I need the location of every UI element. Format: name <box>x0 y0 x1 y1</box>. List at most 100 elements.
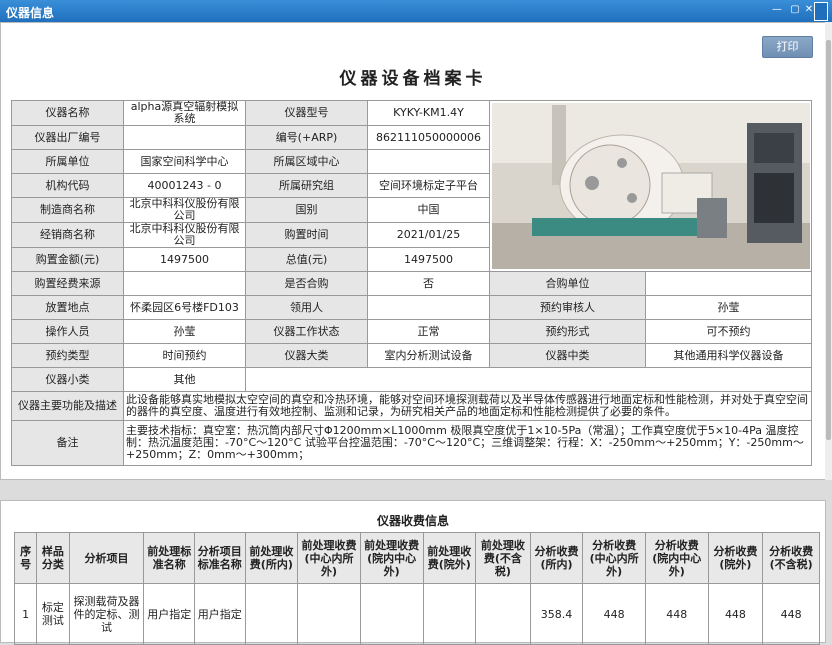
close-icon[interactable]: ✕ <box>804 5 814 15</box>
group-label: 所属研究组 <box>245 173 368 198</box>
country-label: 国别 <box>245 197 368 223</box>
minor-class-empty <box>245 367 812 392</box>
receiver-label: 领用人 <box>245 295 368 320</box>
function-label: 仪器主要功能及描述 <box>11 391 124 421</box>
remark-value: 主要技术指标：真空室：热沉筒内部尺寸Φ1200mm×L1000mm 极限真空度优… <box>123 420 812 466</box>
function-value: 此设备能够真实地模拟太空空间的真空和冷热环境，能够对空间环境探测载荷以及半导体传… <box>123 391 812 421</box>
total-value-label: 总值(元) <box>245 247 368 272</box>
fee-header-cell: 分析收费(不含税) <box>762 532 820 584</box>
fee-cell: 用户指定 <box>143 583 195 645</box>
fee-cell: 448 <box>762 583 820 645</box>
minor-class-label: 仪器小类 <box>11 367 124 392</box>
operator-value: 孙莹 <box>123 319 246 344</box>
booking-type-label: 预约类型 <box>11 343 124 368</box>
fee-cell: 448 <box>644 583 709 645</box>
fee-cell: 1 <box>13 583 38 645</box>
factory-no-label: 仪器出厂编号 <box>11 125 124 150</box>
major-class-value: 室内分析测试设备 <box>367 343 490 368</box>
reviewer-label: 预约审核人 <box>489 295 646 320</box>
fee-cell: 探测载荷及器件的定标、测试 <box>68 583 145 645</box>
booking-form-value: 可不预约 <box>645 319 812 344</box>
location-label: 放置地点 <box>11 295 124 320</box>
minor-class-value: 其他 <box>123 367 246 392</box>
reviewer-value: 孙莹 <box>645 295 812 320</box>
purchase-date-label: 购置时间 <box>245 222 368 248</box>
fee-header-cell: 样品分类 <box>36 532 70 584</box>
instrument-photo <box>489 100 812 272</box>
fee-header-cell: 前处理收费(院外) <box>422 532 477 584</box>
org-code-label: 机构代码 <box>11 173 124 198</box>
fee-header-cell: 前处理收费(中心内所外) <box>297 532 361 584</box>
model-value: KYKY-KM1.4Y <box>367 100 490 126</box>
purchase-amount-value: 1497500 <box>123 247 246 272</box>
instrument-info-table: 仪器名称 alpha源真空辐射模拟系统 仪器型号 KYKY-KM1.4Y 仪器出… <box>11 100 812 466</box>
country-value: 中国 <box>367 197 490 223</box>
table-row: 1 标定测试 探测载荷及器件的定标、测试 用户指定 用户指定 358.4 448… <box>13 583 820 645</box>
fee-header-cell: 分析收费(院内中心外) <box>644 532 709 584</box>
region-value <box>367 149 490 174</box>
instrument-name-label: 仪器名称 <box>11 100 124 126</box>
fee-header-row: 序号 样品分类 分析项目 前处理标准名称 分析项目标准名称 前处理收费(所内) … <box>13 532 820 584</box>
manufacturer-label: 制造商名称 <box>11 197 124 223</box>
vertical-scrollbar[interactable] <box>825 22 832 480</box>
fee-header-cell: 分析项目 <box>68 532 145 584</box>
joint-unit-label: 合购单位 <box>489 271 646 296</box>
funding-label: 购置经费来源 <box>11 271 124 296</box>
window-title: 仪器信息 <box>6 6 55 20</box>
fee-cell: 用户指定 <box>193 583 246 645</box>
major-class-label: 仪器大类 <box>245 343 368 368</box>
fee-cell <box>297 583 361 645</box>
model-label: 仪器型号 <box>245 100 368 126</box>
fee-table: 序号 样品分类 分析项目 前处理标准名称 分析项目标准名称 前处理收费(所内) … <box>13 532 820 645</box>
window-titlebar: 仪器信息 — ▢ ✕ <box>0 0 832 22</box>
purchase-date-value: 2021/01/25 <box>367 222 490 248</box>
fee-header-cell: 前处理标准名称 <box>143 532 195 584</box>
mid-class-label: 仪器中类 <box>489 343 646 368</box>
joint-purchase-value: 否 <box>367 271 490 296</box>
minimize-icon[interactable]: — <box>772 5 782 15</box>
org-code-value: 40001243 - 0 <box>123 173 246 198</box>
fee-header-cell: 前处理收费(所内) <box>244 532 299 584</box>
booking-type-value: 时间预约 <box>123 343 246 368</box>
unit-label: 所属单位 <box>11 149 124 174</box>
arp-label: 编号(+ARP) <box>245 125 368 150</box>
fee-header-cell: 分析收费(所内) <box>529 532 584 584</box>
fee-cell <box>475 583 531 645</box>
total-value-value: 1497500 <box>367 247 490 272</box>
work-status-label: 仪器工作状态 <box>245 319 368 344</box>
fee-header-cell: 分析项目标准名称 <box>193 532 246 584</box>
fee-title: 仪器收费信息 <box>376 514 449 528</box>
fee-cell <box>422 583 477 645</box>
operator-label: 操作人员 <box>11 319 124 344</box>
dealer-label: 经销商名称 <box>11 222 124 248</box>
manufacturer-value: 北京中科科仪股份有限公司 <box>123 197 246 223</box>
purchase-amount-label: 购置金额(元) <box>11 247 124 272</box>
document-icon[interactable] <box>814 2 828 21</box>
fee-cell: 358.4 <box>529 583 584 645</box>
remark-label: 备注 <box>11 420 124 466</box>
scrollbar-thumb[interactable] <box>826 40 831 440</box>
receiver-value <box>367 295 490 320</box>
fee-header-cell: 前处理收费(院内中心外) <box>359 532 424 584</box>
joint-purchase-label: 是否合购 <box>245 271 368 296</box>
funding-value <box>123 271 246 296</box>
fee-cell <box>359 583 424 645</box>
fee-header-cell: 分析收费(中心内所外) <box>582 532 646 584</box>
vacuum-chamber-photo <box>491 103 810 269</box>
fee-cell: 标定测试 <box>36 583 70 645</box>
fee-header-cell: 前处理收费(不含税) <box>475 532 531 584</box>
fee-cell <box>244 583 299 645</box>
fee-cell: 448 <box>707 583 764 645</box>
mid-class-value: 其他通用科学仪器设备 <box>645 343 812 368</box>
joint-unit-value <box>645 271 812 296</box>
location-value: 怀柔园区6号楼FD103 <box>123 295 246 320</box>
factory-no-value <box>123 125 246 150</box>
dealer-value: 北京中科科仪股份有限公司 <box>123 222 246 248</box>
unit-value: 国家空间科学中心 <box>123 149 246 174</box>
fee-cell: 448 <box>582 583 646 645</box>
print-button[interactable]: 打印 <box>762 36 813 58</box>
fee-header-cell: 序号 <box>13 532 38 584</box>
region-label: 所属区域中心 <box>245 149 368 174</box>
work-status-value: 正常 <box>367 319 490 344</box>
restore-icon[interactable]: ▢ <box>790 5 800 15</box>
